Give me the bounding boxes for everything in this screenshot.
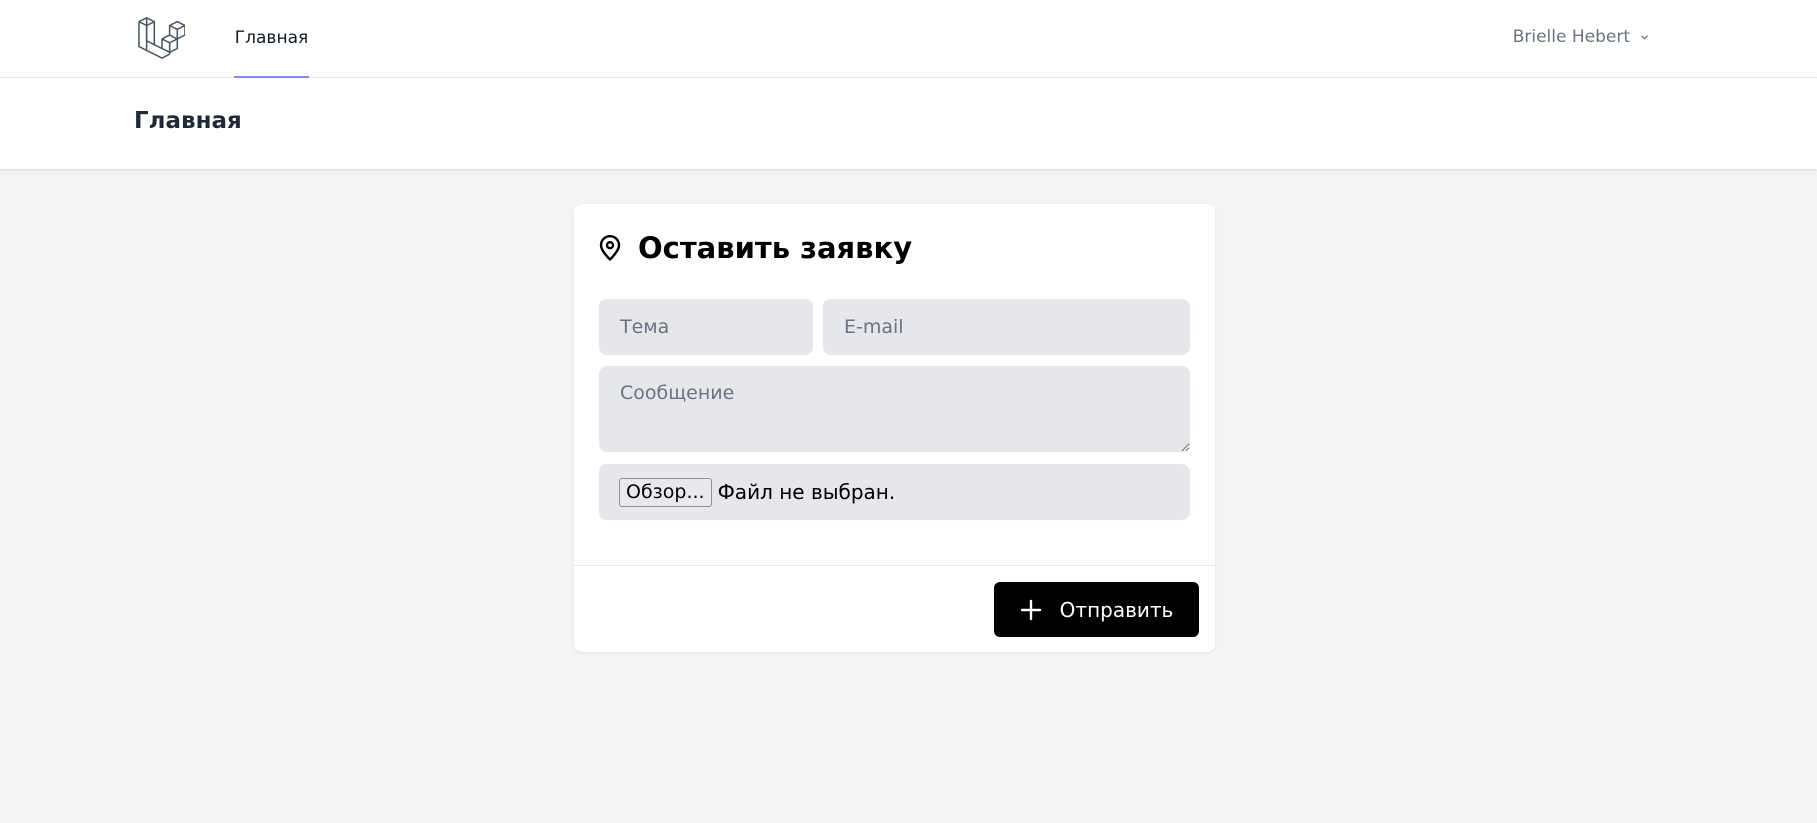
- file-status-text: Файл не выбран.: [717, 480, 896, 504]
- browse-file-button[interactable]: Обзор...: [619, 477, 712, 507]
- laravel-logo-icon[interactable]: [137, 14, 186, 60]
- form-title: Оставить заявку: [638, 231, 913, 265]
- topic-input[interactable]: [599, 299, 813, 355]
- nav-link-home[interactable]: Главная: [234, 0, 309, 78]
- chevron-down-icon: [1641, 34, 1648, 39]
- location-pin-icon: [599, 235, 621, 261]
- top-navigation: Главная Brielle Hebert: [0, 0, 1817, 78]
- page-header: Главная: [0, 78, 1817, 169]
- request-form-card: Оставить заявку Обзор... Файл не выбран.…: [574, 204, 1215, 652]
- plus-icon: [1020, 599, 1041, 620]
- message-textarea[interactable]: [599, 366, 1190, 452]
- user-menu-dropdown[interactable]: Brielle Hebert: [1513, 22, 1651, 52]
- page-title: Главная: [134, 108, 242, 134]
- form-header: Оставить заявку: [598, 228, 912, 268]
- submit-button[interactable]: Отправить: [994, 582, 1199, 637]
- file-upload-field: Обзор... Файл не выбран.: [599, 464, 1190, 520]
- form-divider: [574, 565, 1215, 566]
- email-input[interactable]: [823, 299, 1190, 355]
- submit-label: Отправить: [1059, 597, 1174, 622]
- user-name: Brielle Hebert: [1512, 27, 1630, 47]
